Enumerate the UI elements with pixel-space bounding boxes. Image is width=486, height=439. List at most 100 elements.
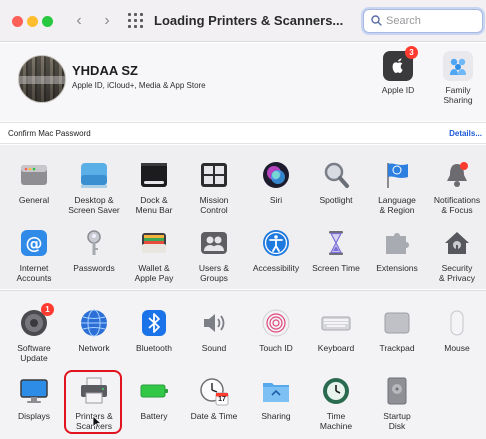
pane-label: Users & (198, 263, 230, 273)
pane-siri[interactable]: Siri (246, 160, 306, 205)
pane-label: Dock & (140, 195, 168, 205)
pane-date-time[interactable]: 17 Date & Time (184, 376, 244, 421)
pane-general[interactable]: General (4, 160, 64, 205)
close-window-button[interactable] (12, 16, 23, 27)
magnifying-glass-icon (321, 160, 351, 190)
family-sharing-pane[interactable]: Family Sharing (432, 51, 484, 105)
pane-label: Spotlight (319, 195, 353, 205)
zoom-window-button[interactable] (42, 16, 53, 27)
account-subtitle: Apple ID, iCloud+, Media & App Store (72, 81, 206, 90)
pane-notifications-focus[interactable]: Notifications & Focus (427, 160, 486, 215)
pane-battery[interactable]: Battery (124, 376, 184, 421)
pane-mission-control[interactable]: Mission Control (184, 160, 244, 215)
pane-label: Accessibility (252, 263, 300, 273)
software-update-badge: 1 (41, 303, 54, 316)
pane-label-2: Control (200, 205, 228, 215)
battery-icon (139, 376, 169, 406)
pane-language-region[interactable]: Language & Region (367, 160, 427, 215)
show-all-grid-button[interactable] (128, 13, 144, 29)
family-label-line1: Family (445, 85, 471, 95)
avatar[interactable] (18, 55, 66, 103)
pane-label-2: Disk (388, 421, 406, 431)
pane-spotlight[interactable]: Spotlight (306, 160, 366, 205)
time-machine-icon (321, 376, 351, 406)
pane-label: Security (441, 263, 473, 273)
apple-id-pane[interactable]: 3 Apple ID (372, 46, 424, 95)
date-time-day: 17 (218, 396, 226, 403)
hourglass-icon (321, 228, 351, 258)
pane-label-2: Menu Bar (135, 205, 173, 215)
pane-dock-menu-bar[interactable]: Dock & Menu Bar (124, 160, 184, 215)
pane-wallet-apple-pay[interactable]: Wallet & Apple Pay (124, 228, 184, 283)
pane-security-privacy[interactable]: Security & Privacy (427, 228, 486, 283)
apple-id-label: Apple ID (381, 85, 415, 95)
pane-label-2: Machine (319, 421, 353, 431)
gear-icon: 1 (19, 303, 54, 338)
pane-label: Date & Time (190, 411, 238, 421)
wallet-icon (139, 228, 169, 258)
pane-users-groups[interactable]: Users & Groups (184, 228, 244, 283)
pane-sharing[interactable]: Sharing (246, 376, 306, 421)
puzzle-piece-icon (382, 228, 412, 258)
confirm-password-bar: Confirm Mac Password Details... (0, 122, 486, 144)
pane-keyboard[interactable]: Keyboard (306, 308, 366, 353)
pane-extensions[interactable]: Extensions (367, 228, 427, 273)
search-field[interactable] (363, 9, 483, 33)
pane-label: Screen Time (312, 263, 360, 273)
pane-label: Software (17, 343, 51, 353)
pane-mouse[interactable]: Mouse (427, 308, 486, 353)
pane-label: General (18, 195, 50, 205)
speaker-icon (199, 308, 229, 338)
pane-time-machine[interactable]: Time Machine (306, 376, 366, 431)
accessibility-icon (261, 228, 291, 258)
forward-button[interactable]: › (96, 10, 118, 32)
search-input[interactable] (386, 13, 478, 29)
pane-label: Time (326, 411, 346, 421)
pane-displays[interactable]: Displays (4, 376, 64, 421)
pane-label: Sharing (261, 411, 291, 421)
pane-label-2: Accounts (16, 273, 52, 283)
pane-label-2: Screen Saver (68, 205, 120, 215)
mouse-cursor-icon (92, 415, 102, 429)
pane-internet-accounts[interactable]: @ Internet Accounts (4, 228, 64, 283)
pane-screen-time[interactable]: Screen Time (306, 228, 366, 273)
pane-passwords[interactable]: Passwords (64, 228, 124, 273)
family-label-line2: Sharing (443, 95, 473, 105)
pane-startup-disk[interactable]: Startup Disk (367, 376, 427, 431)
details-link[interactable]: Details... (449, 129, 482, 138)
pane-label: Siri (269, 195, 283, 205)
pane-label: Bluetooth (136, 343, 172, 353)
pane-label-2: & Region (379, 205, 415, 215)
sharing-folder-icon (261, 376, 291, 406)
at-sign-icon: @ (19, 228, 49, 258)
pane-label-2: & Privacy (439, 273, 475, 283)
pane-label-2: Groups (200, 273, 228, 283)
pane-network[interactable]: Network (64, 308, 124, 353)
pane-sound[interactable]: Sound (184, 308, 244, 353)
pane-accessibility[interactable]: Accessibility (246, 228, 306, 273)
pane-desktop-screen-saver[interactable]: Desktop & Screen Saver (64, 160, 124, 215)
globe-icon (79, 308, 109, 338)
back-button[interactable]: ‹ (68, 10, 90, 32)
pane-label: Mouse (444, 343, 470, 353)
pane-label: Mission (199, 195, 229, 205)
pane-label: Battery (140, 411, 168, 421)
confirm-password-text: Confirm Mac Password (8, 129, 91, 138)
dock-menu-bar-icon (139, 160, 169, 190)
pane-label: Network (78, 343, 110, 353)
family-sharing-icon (443, 51, 473, 81)
key-icon (79, 228, 109, 258)
apple-logo-icon: 3 (383, 46, 418, 81)
pane-touch-id[interactable]: Touch ID (246, 308, 306, 353)
pane-trackpad[interactable]: Trackpad (367, 308, 427, 353)
siri-icon (261, 160, 291, 190)
pane-label: Desktop & (74, 195, 114, 205)
mouse-icon (442, 308, 472, 338)
pane-label: Startup (383, 411, 411, 421)
pane-bluetooth[interactable]: Bluetooth (124, 308, 184, 353)
pane-label: Displays (17, 411, 51, 421)
house-lock-icon (442, 228, 472, 258)
minimize-window-button[interactable] (27, 16, 38, 27)
pane-software-update[interactable]: 1 Software Update (4, 303, 64, 363)
pane-label: Keyboard (317, 343, 355, 353)
